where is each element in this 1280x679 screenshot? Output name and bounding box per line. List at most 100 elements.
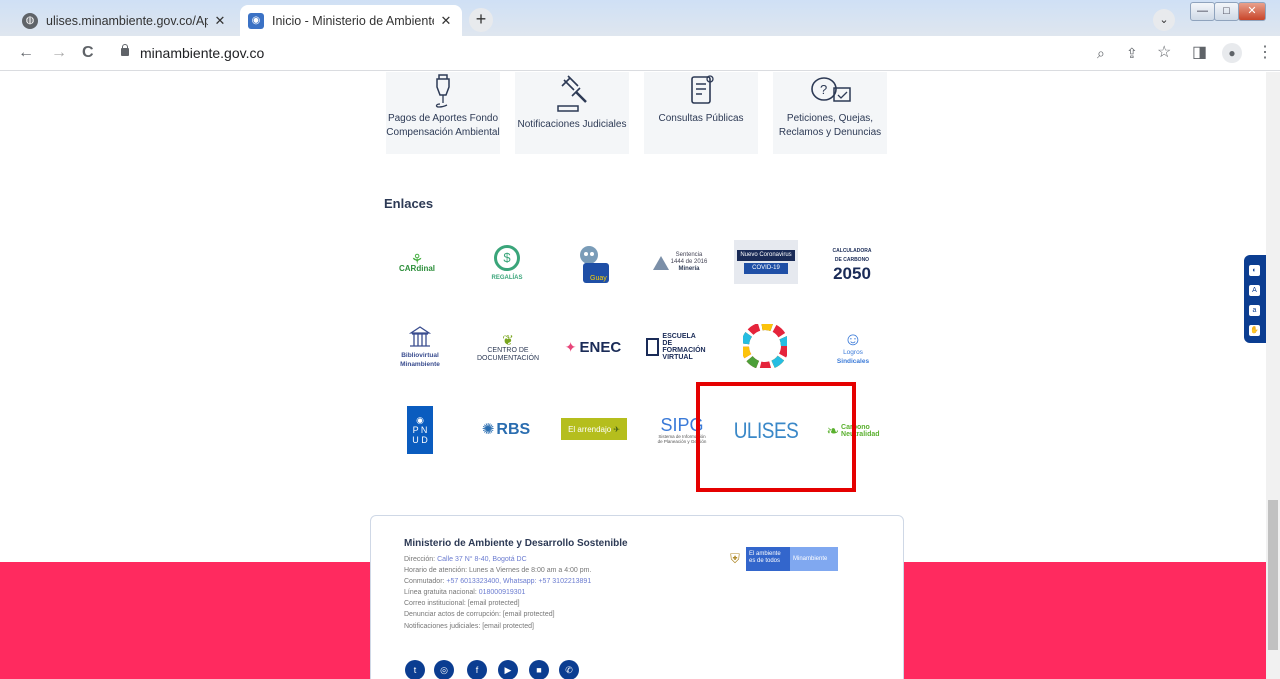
footer-email: Correo institucional: [email protected]	[404, 600, 520, 607]
logo-label: ESCUELA DE FORMACIÓN VIRTUAL	[662, 333, 706, 361]
logo-label: Bibliovirtual Minambiente	[400, 351, 440, 368]
enec-logo[interactable]: ✦ ENEC	[560, 330, 626, 364]
footer-label: Correo institucional: [email protected]	[404, 600, 520, 607]
centro-logo[interactable]: ❦ CENTRO DE DOCUMENTACIÓN	[476, 328, 540, 368]
gov-logo[interactable]: ⛨ El ambiente es de todos Minambiente	[724, 547, 844, 571]
address-bar[interactable]: minambiente.gov.co	[140, 45, 264, 61]
escuela-logo[interactable]: ESCUELA DE FORMACIÓN VIRTUAL	[646, 332, 714, 362]
facebook-icon[interactable]: f	[467, 660, 487, 679]
un-emblem-icon: ◉	[416, 415, 424, 425]
calculadora-logo[interactable]: CALCULADORA DE CARBONO 2050	[818, 244, 886, 286]
whatsapp-icon[interactable]: ✆	[559, 660, 579, 679]
twitter-icon[interactable]: t	[405, 660, 425, 679]
free-line-link[interactable]: 018000919301	[479, 589, 526, 596]
tab-search-chevron-icon[interactable]: ⌄	[1153, 9, 1175, 31]
bookmark-star-icon[interactable]: ☆	[1157, 44, 1171, 62]
card-label: Peticiones, Quejas, Reclamos y Denuncias	[778, 113, 882, 138]
lock-icon[interactable]	[121, 44, 129, 56]
bibliovirtual-logo[interactable]: Bibliovirtual Minambiente	[392, 322, 448, 372]
card-pagos-aportes[interactable]: Pagos de Aportes Fondo Compensación Ambi…	[386, 72, 500, 154]
instagram-icon[interactable]: ◎	[434, 660, 454, 679]
card-consultas[interactable]: Consultas Públicas	[644, 72, 758, 154]
pnud-logo[interactable]: ◉ P NU D	[407, 406, 433, 454]
tab-ulises[interactable]: ◍ ulises.minambiente.gov.co/Aprob ✕	[14, 5, 236, 36]
svg-text:Guay: Guay	[590, 275, 607, 282]
logo-label: Logros Sindicales	[836, 349, 870, 365]
contrast-icon[interactable]: ◐	[1249, 265, 1260, 276]
mineria-logo[interactable]: Sentencia 1444 de 2016 Minería	[650, 247, 710, 277]
web-page: Pagos de Aportes Fondo Compensación Ambi…	[0, 72, 1266, 679]
mountain-icon	[652, 256, 669, 270]
footer-label: Dirección:	[404, 556, 438, 563]
back-button[interactable]: ←	[18, 44, 34, 62]
logo-label: El arrendajo	[568, 424, 612, 434]
chat-question-icon: ?	[811, 77, 851, 102]
new-tab-button[interactable]: +	[469, 8, 493, 32]
footer-title: Ministerio de Ambiente y Desarrollo Sost…	[404, 538, 628, 549]
sign-language-icon[interactable]: ✋	[1249, 325, 1260, 336]
minimize-button[interactable]: —	[1190, 2, 1215, 21]
logo-label: RBS	[496, 420, 531, 438]
scroll-icon	[691, 75, 714, 104]
footer-free-line: Línea gratuita nacional: 018000919301	[404, 589, 525, 596]
bird-icon: ✈	[613, 424, 620, 434]
arrendajo-logo[interactable]: El arrendajo ✈	[561, 418, 627, 440]
font-smaller-icon[interactable]: a	[1249, 305, 1260, 316]
close-tab-icon[interactable]: ✕	[438, 13, 454, 29]
flickr-icon[interactable]: ■	[529, 660, 549, 679]
close-window-button[interactable]: ✕	[1238, 2, 1266, 21]
logo-label: CENTRO DE DOCUMENTACIÓN	[476, 347, 540, 362]
profile-avatar-icon[interactable]: ●	[1222, 43, 1242, 63]
zoom-icon[interactable]: ⌕	[1097, 44, 1105, 62]
address-link[interactable]: Calle 37 N° 8-40, Bogotá DC	[437, 556, 527, 563]
footer-label: Notificaciones judiciales: [email protec…	[404, 623, 534, 630]
gov-logo-text: El ambiente es de todos	[746, 547, 790, 571]
logo-label: COVID-19	[744, 263, 788, 274]
phone-link[interactable]: +57 6013323400, Whatsapp: +57 3102213891	[446, 578, 591, 585]
book-icon: ❦	[502, 332, 514, 348]
globe-icon: ◍	[22, 12, 38, 29]
gov-logo-line1: El ambiente	[749, 551, 781, 557]
scrollbar-thumb[interactable]	[1268, 500, 1278, 650]
logo-label: Nuevo Coronavirus	[737, 250, 795, 261]
tab-title: Inicio - Ministerio de Ambiente y	[272, 13, 434, 28]
coin-icon: $	[494, 245, 520, 271]
covid-logo[interactable]: Nuevo Coronavirus COVID-19	[734, 240, 798, 284]
youtube-icon[interactable]: ▶	[498, 660, 518, 679]
side-panel-icon[interactable]: ◨	[1192, 44, 1207, 62]
logo-label: REGALÍAS	[491, 275, 523, 281]
logros-logo[interactable]: ☺ Logros Sindicales	[826, 324, 880, 372]
enlaces-heading: Enlaces	[384, 196, 434, 211]
share-icon[interactable]: ⇪	[1126, 44, 1138, 62]
font-larger-icon[interactable]: A	[1249, 285, 1260, 296]
cardinal-logo[interactable]: ⚘ CARdinal	[390, 240, 444, 288]
accessibility-toolbar: ◐ A a ✋	[1244, 255, 1266, 343]
menu-kebab-icon[interactable]: ⋮	[1257, 44, 1273, 62]
tab-inicio[interactable]: ◉ Inicio - Ministerio de Ambiente y ✕	[240, 5, 462, 36]
tab-title: ulises.minambiente.gov.co/Aprob	[46, 13, 208, 28]
close-tab-icon[interactable]: ✕	[212, 13, 228, 29]
browser-toolbar: ← → C minambiente.gov.co ⌕ ⇪ ☆ ◨ ● ⋮	[0, 36, 1280, 71]
ods-wheel-logo[interactable]	[742, 323, 788, 369]
logo-label: CALCULADORA DE CARBONO	[832, 248, 872, 263]
card-notificaciones[interactable]: Notificaciones Judiciales	[515, 72, 629, 154]
regalias-logo[interactable]: $ REGALÍAS	[482, 240, 532, 288]
mascot-logo[interactable]: Guay	[572, 240, 614, 288]
card-label: Consultas Públicas	[658, 113, 744, 124]
gov-logo-brand: Minambiente	[790, 547, 838, 571]
site-favicon-icon: ◉	[248, 12, 264, 29]
colombia-shield-icon: ⛨	[730, 551, 740, 566]
footer-phone: Conmutador: +57 6013323400, Whatsapp: +5…	[404, 578, 591, 585]
maximize-button[interactable]: □	[1214, 2, 1239, 21]
rbs-logo[interactable]: ✺ RBS	[470, 414, 542, 444]
gov-logo-line2: es de todos	[749, 558, 781, 564]
footer-label: Denunciar actos de corrupción: [email pr…	[404, 611, 555, 618]
people-icon: ☺	[843, 329, 863, 349]
card-pqrd[interactable]: ? Peticiones, Quejas, Reclamos y Denunci…	[773, 72, 887, 154]
footer-card: Ministerio de Ambiente y Desarrollo Sost…	[370, 515, 904, 679]
ods-wheel-icon	[743, 324, 787, 368]
logo-label: ENEC	[579, 338, 622, 356]
forward-button[interactable]: →	[51, 44, 67, 62]
reload-button[interactable]: C	[82, 44, 94, 62]
footer-label: Línea gratuita nacional:	[404, 589, 479, 596]
